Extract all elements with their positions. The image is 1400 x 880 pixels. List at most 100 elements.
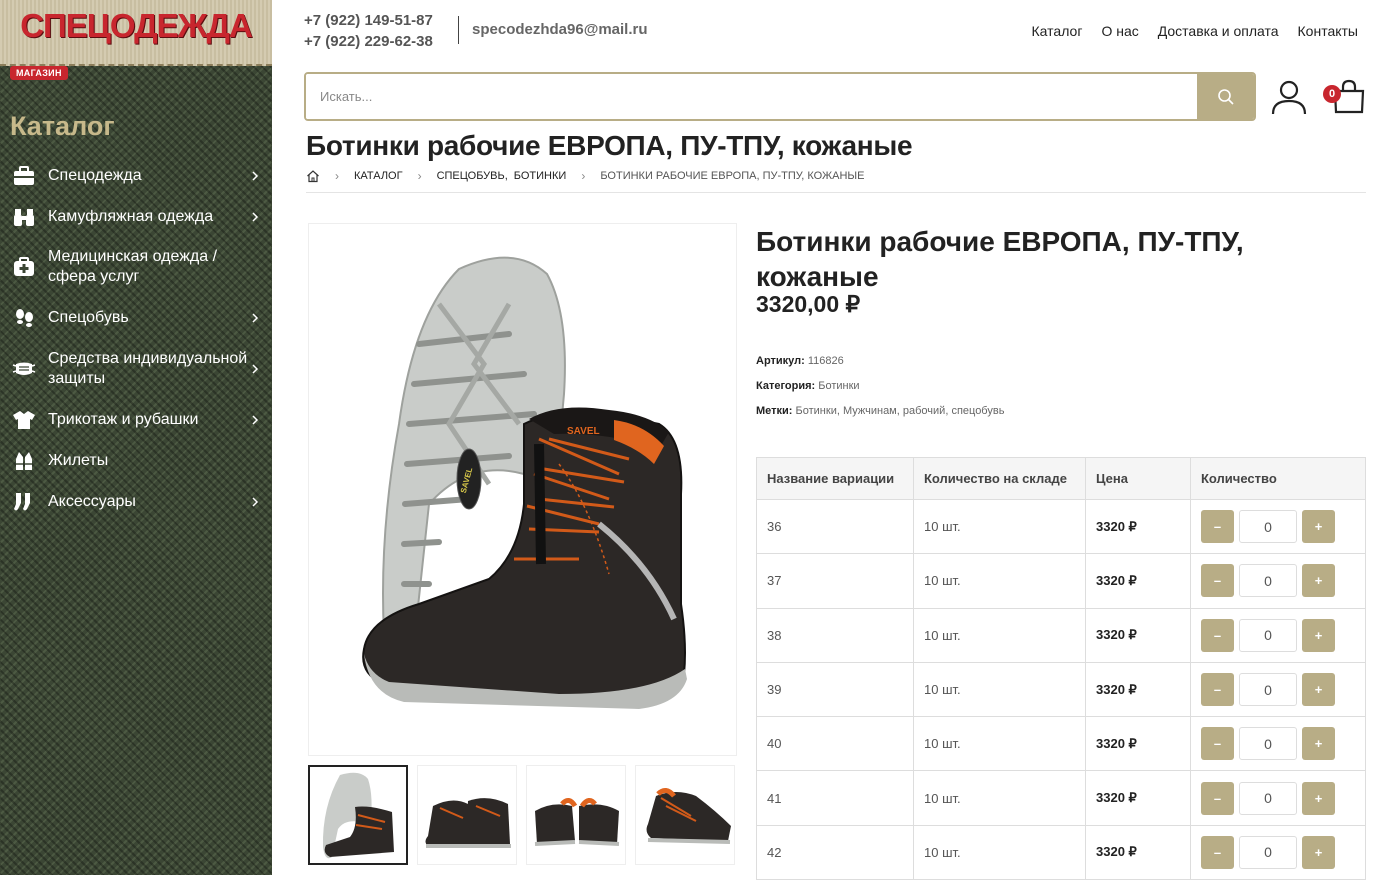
- decrease-button[interactable]: –: [1201, 564, 1234, 598]
- decrease-button[interactable]: –: [1201, 673, 1234, 707]
- user-icon[interactable]: [1270, 78, 1308, 116]
- product-main-image[interactable]: SAVEL SAVEL: [308, 223, 737, 756]
- table-row: 4210 шт.3320 ₽–+: [756, 824, 1366, 880]
- logo-badge: МАГАЗИН: [10, 66, 68, 80]
- sidebar-item-accessories[interactable]: Аксессуары: [0, 481, 272, 522]
- thumbnail-image: [646, 788, 731, 844]
- search-icon: [1217, 88, 1234, 105]
- table-row: 4010 шт.3320 ₽–+: [756, 716, 1366, 772]
- breadcrumb-boots[interactable]: БОТИНКИ: [514, 170, 567, 182]
- quantity-input[interactable]: [1239, 564, 1297, 598]
- variation-price: 3320 ₽: [1085, 716, 1191, 772]
- divider: [306, 192, 1366, 193]
- thumbnail-3[interactable]: [526, 765, 626, 865]
- chevron-right-icon: [252, 364, 259, 374]
- nav-contacts[interactable]: Контакты: [1298, 23, 1358, 39]
- increase-button[interactable]: +: [1302, 781, 1335, 815]
- increase-button[interactable]: +: [1302, 673, 1335, 707]
- table-row: 3710 шт.3320 ₽–+: [756, 553, 1366, 609]
- table-row: 3910 шт.3320 ₽–+: [756, 661, 1366, 718]
- phone-link[interactable]: +7 (922) 229-62-38: [304, 31, 433, 52]
- table-row: 3610 шт.3320 ₽–+: [756, 498, 1366, 555]
- mask-icon: [12, 357, 36, 381]
- product-tags: Метки: Ботинки, Мужчинам, рабочий, спецо…: [756, 405, 1005, 417]
- quantity-input[interactable]: [1239, 510, 1297, 544]
- tag-link[interactable]: рабочий: [903, 405, 945, 417]
- decrease-button[interactable]: –: [1201, 781, 1234, 815]
- sidebar-item-camo[interactable]: Камуфляжная одежда: [0, 196, 272, 237]
- variation-size: 40: [756, 716, 914, 772]
- variation-quantity-cell: –+: [1190, 824, 1366, 880]
- variation-size: 39: [756, 661, 914, 718]
- column-header: Количество: [1190, 457, 1366, 500]
- nav-about[interactable]: О нас: [1101, 23, 1138, 39]
- increase-button[interactable]: +: [1302, 727, 1335, 761]
- sidebar-item-footwear[interactable]: Спецобувь: [0, 297, 272, 339]
- variation-size: 42: [756, 824, 914, 880]
- increase-button[interactable]: +: [1302, 835, 1335, 869]
- nav-catalog[interactable]: Каталог: [1032, 23, 1083, 39]
- tag-link[interactable]: Ботинки: [796, 405, 837, 417]
- variation-stock: 10 шт.: [913, 770, 1086, 826]
- search-button[interactable]: [1197, 74, 1254, 119]
- email-link[interactable]: specodezhda96@mail.ru: [472, 21, 648, 38]
- sidebar-item-workwear[interactable]: Спецодежда: [0, 155, 272, 196]
- variation-size: 37: [756, 553, 914, 609]
- page-title: Ботинки рабочие ЕВРОПА, ПУ-ТПУ, кожаные: [306, 130, 913, 161]
- variation-stock: 10 шт.: [913, 498, 1086, 555]
- variation-size: 38: [756, 607, 914, 663]
- decrease-button[interactable]: –: [1201, 618, 1234, 652]
- quantity-input[interactable]: [1239, 618, 1297, 652]
- increase-button[interactable]: +: [1302, 510, 1335, 544]
- variation-quantity-cell: –+: [1190, 553, 1366, 609]
- chevron-right-icon: [252, 496, 259, 507]
- sidebar-item-vests[interactable]: Жилеты: [0, 440, 272, 481]
- increase-button[interactable]: +: [1302, 564, 1335, 598]
- quantity-input[interactable]: [1239, 673, 1297, 707]
- thumbnail-4[interactable]: [635, 765, 735, 865]
- sidebar-item-label: Камуфляжная одежда: [48, 207, 214, 225]
- quantity-stepper: –+: [1201, 727, 1355, 761]
- home-icon[interactable]: [306, 169, 320, 183]
- increase-button[interactable]: +: [1302, 618, 1335, 652]
- quantity-input[interactable]: [1239, 727, 1297, 761]
- variation-price: 3320 ₽: [1085, 553, 1191, 609]
- chevron-right-icon: [252, 414, 259, 425]
- breadcrumb-catalog[interactable]: КАТАЛОГ: [354, 170, 403, 182]
- variation-size: 41: [756, 770, 914, 826]
- product-name: Ботинки рабочие ЕВРОПА, ПУ-ТПУ, кожаные: [756, 226, 1244, 292]
- sidebar-item-medical[interactable]: Медицинская одежда / сфера услуг: [0, 237, 272, 297]
- nav-delivery[interactable]: Доставка и оплата: [1158, 23, 1279, 39]
- quantity-input[interactable]: [1239, 781, 1297, 815]
- sidebar-item-ppe[interactable]: Средства индивидуальной защиты: [0, 339, 272, 399]
- table-header-row: Название вариации Количество на складе Ц…: [756, 457, 1366, 500]
- variation-price: 3320 ₽: [1085, 824, 1191, 880]
- decrease-button[interactable]: –: [1201, 835, 1234, 869]
- sidebar-item-knitwear[interactable]: Трикотаж и рубашки: [0, 399, 272, 440]
- top-nav: Каталог О нас Доставка и оплата Контакты: [1032, 23, 1358, 39]
- search-input[interactable]: [306, 74, 1197, 119]
- quantity-input[interactable]: [1239, 835, 1297, 869]
- variation-stock: 10 шт.: [913, 824, 1086, 880]
- variation-price: 3320 ₽: [1085, 770, 1191, 826]
- variation-quantity-cell: –+: [1190, 607, 1366, 663]
- sidebar-title: Каталог: [10, 111, 115, 141]
- quantity-stepper: –+: [1201, 510, 1355, 544]
- quantity-stepper: –+: [1201, 564, 1355, 598]
- breadcrumb-footwear[interactable]: СПЕЦОБУВЬ: [437, 170, 505, 182]
- breadcrumb-separator: ›: [335, 169, 339, 183]
- sidebar-item-label: Спецодежда: [48, 166, 142, 184]
- tag-link[interactable]: Мужчинам: [843, 405, 897, 417]
- medkit-icon: [12, 255, 36, 279]
- product-price: 3320,00 ₽: [756, 291, 861, 317]
- thumbnail-2[interactable]: [417, 765, 517, 865]
- tag-link[interactable]: спецобувь: [951, 405, 1004, 417]
- sidebar-menu: Спецодежда Камуфляжная одежда Медицинска…: [0, 155, 272, 522]
- phone-link[interactable]: +7 (922) 149-51-87: [304, 10, 433, 31]
- logo[interactable]: СПЕЦОДЕЖДА: [0, 0, 272, 66]
- category-link[interactable]: Ботинки: [818, 380, 859, 392]
- thumbnail-1[interactable]: [308, 765, 408, 865]
- decrease-button[interactable]: –: [1201, 727, 1234, 761]
- decrease-button[interactable]: –: [1201, 510, 1234, 544]
- breadcrumb-comma: ,: [504, 170, 508, 182]
